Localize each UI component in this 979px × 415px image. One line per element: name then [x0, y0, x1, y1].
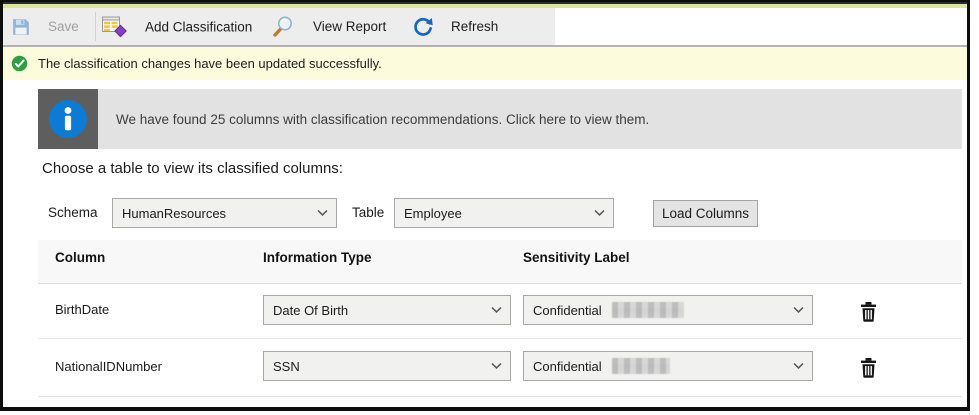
sensitivity-label-dropdown[interactable]: Confidential — [523, 295, 813, 325]
row-divider — [38, 338, 962, 339]
recommendations-banner[interactable]: We have found 25 columns with classifica… — [98, 89, 962, 149]
bottom-divider — [38, 396, 962, 397]
add-classification-icon — [102, 16, 127, 37]
save-button-label: Save — [48, 19, 79, 34]
success-check-icon — [11, 55, 28, 72]
information-type-dropdown[interactable]: SSN — [263, 351, 511, 381]
info-icon — [48, 99, 88, 139]
refresh-button[interactable]: Refresh — [413, 17, 498, 37]
sensitivity-label-header: Sensitivity Label — [523, 250, 630, 265]
view-report-label: View Report — [313, 19, 386, 34]
sensitivity-label-dropdown[interactable]: Confidential — [523, 351, 813, 381]
load-columns-button[interactable]: Load Columns — [653, 200, 758, 227]
schema-dropdown-value: HumanResources — [122, 206, 226, 221]
data-classification-window: Save Add Classification — [0, 0, 970, 411]
table-dropdown-value: Employee — [404, 206, 462, 221]
chevron-down-icon — [491, 307, 502, 314]
table-label: Table — [352, 205, 384, 220]
toolbar-separator — [95, 12, 96, 41]
recommendations-message: We have found 25 columns with classifica… — [116, 112, 649, 127]
add-classification-label: Add Classification — [145, 19, 252, 34]
header-divider — [38, 283, 962, 284]
schema-label: Schema — [48, 205, 98, 220]
table-header-row — [38, 240, 962, 283]
information-type-value: Date Of Birth — [273, 303, 348, 318]
delete-classification-button[interactable] — [856, 300, 880, 324]
sensitivity-label-value: Confidential — [533, 303, 602, 318]
refresh-label: Refresh — [451, 19, 498, 34]
trash-icon — [860, 358, 877, 378]
column-header: Column — [55, 250, 105, 265]
information-type-header: Information Type — [263, 250, 372, 265]
information-type-value: SSN — [273, 359, 300, 374]
delete-classification-button[interactable] — [856, 356, 880, 380]
table-row-column-name: BirthDate — [55, 302, 109, 317]
trash-icon — [860, 302, 877, 322]
status-message: The classification changes have been upd… — [38, 56, 382, 71]
refresh-icon — [413, 17, 433, 37]
redacted-label-blur — [612, 302, 684, 318]
save-icon — [12, 18, 30, 36]
redacted-label-blur — [612, 358, 670, 374]
information-type-dropdown[interactable]: Date Of Birth — [263, 295, 511, 325]
search-icon — [271, 15, 295, 39]
sensitivity-label-value: Confidential — [533, 359, 602, 374]
save-button[interactable]: Save — [12, 18, 79, 36]
chevron-down-icon — [793, 363, 804, 370]
schema-dropdown[interactable]: HumanResources — [112, 198, 337, 228]
info-icon-tile — [38, 89, 98, 149]
table-row-column-name: NationalIDNumber — [55, 359, 162, 374]
chevron-down-icon — [793, 307, 804, 314]
view-report-button[interactable]: View Report — [271, 15, 386, 39]
add-classification-button[interactable]: Add Classification — [102, 16, 252, 37]
chevron-down-icon — [317, 210, 328, 217]
choose-table-heading: Choose a table to view its classified co… — [42, 160, 343, 177]
table-dropdown[interactable]: Employee — [394, 198, 614, 228]
status-message-bar: The classification changes have been upd… — [3, 47, 967, 80]
chevron-down-icon — [491, 363, 502, 370]
toolbar: Save Add Classification — [3, 8, 555, 45]
chevron-down-icon — [594, 210, 605, 217]
